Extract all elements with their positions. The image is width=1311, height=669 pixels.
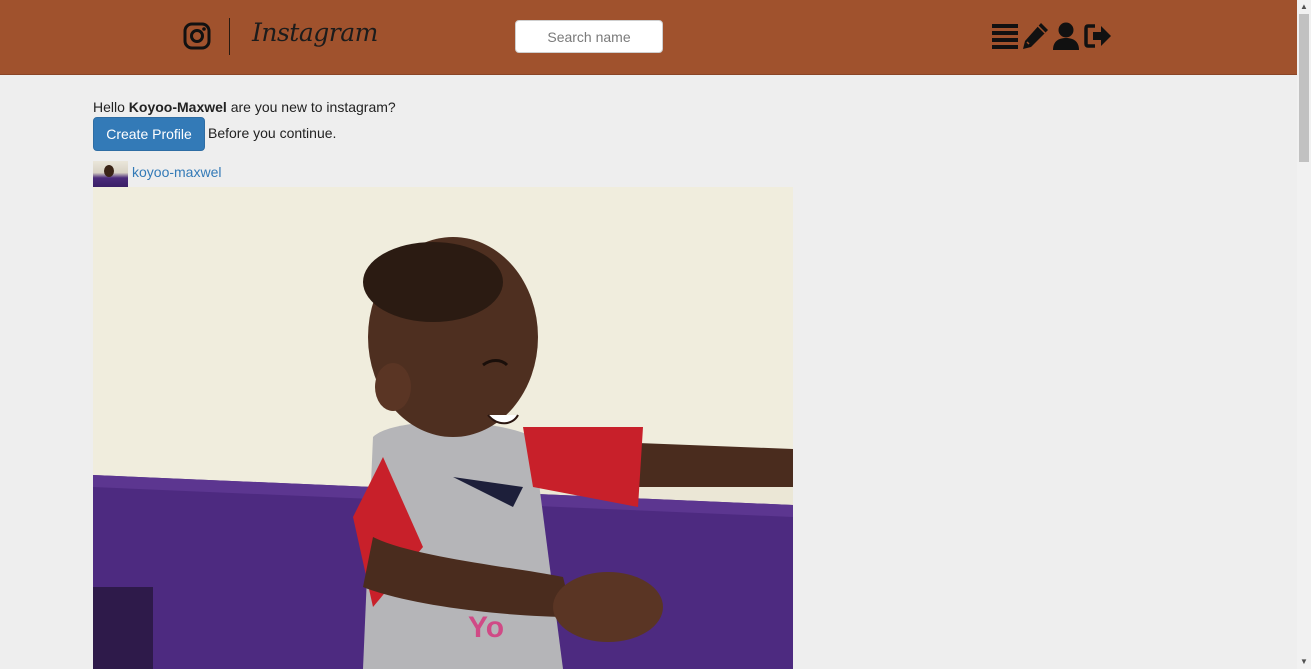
search-input[interactable] bbox=[515, 20, 663, 53]
top-navbar: Instagram bbox=[0, 0, 1297, 75]
post-author-avatar[interactable] bbox=[93, 161, 128, 187]
svg-text:Yo: Yo bbox=[468, 611, 504, 644]
greeting-prefix: Hello bbox=[93, 99, 125, 115]
profile-icon[interactable] bbox=[1051, 21, 1081, 51]
current-username: Koyoo-Maxwel bbox=[128, 99, 227, 115]
logo-divider bbox=[229, 18, 230, 55]
post-author-link[interactable]: koyoo-maxwel bbox=[132, 164, 221, 180]
create-profile-button[interactable]: Create Profile bbox=[93, 117, 205, 151]
welcome-message: Hello Koyoo-Maxwel are you new to instag… bbox=[93, 99, 396, 115]
instagram-logo-icon[interactable] bbox=[183, 22, 211, 50]
continue-text: Before you continue. bbox=[208, 125, 337, 141]
scroll-down-arrow-icon[interactable]: ▼ bbox=[1297, 655, 1311, 669]
brand-wordmark[interactable]: Instagram bbox=[252, 18, 378, 47]
edit-icon[interactable] bbox=[1020, 21, 1050, 51]
scroll-up-arrow-icon[interactable]: ▲ bbox=[1297, 0, 1311, 14]
logout-icon[interactable] bbox=[1083, 21, 1113, 51]
post-photo[interactable]: Yo bbox=[93, 187, 793, 669]
menu-icon[interactable] bbox=[990, 21, 1020, 51]
greeting-suffix: are you new to instagram? bbox=[230, 99, 396, 115]
page-scrollbar[interactable]: ▲ ▼ bbox=[1297, 0, 1311, 669]
scroll-thumb[interactable] bbox=[1299, 14, 1309, 162]
